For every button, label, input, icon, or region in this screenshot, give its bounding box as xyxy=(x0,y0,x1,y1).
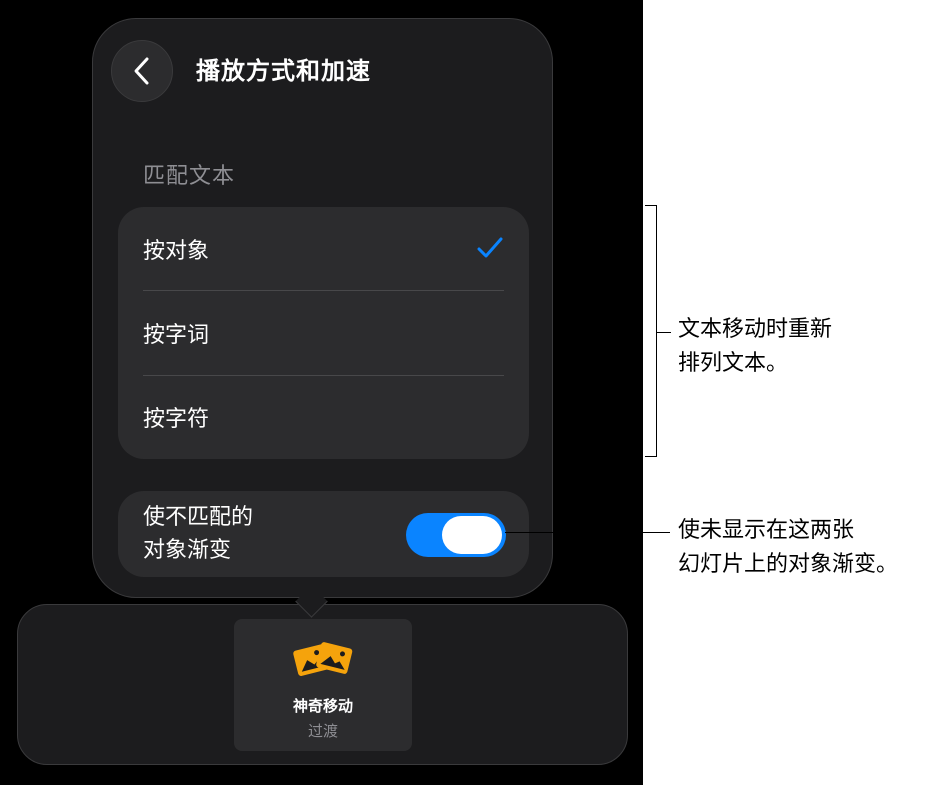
transition-panel: 神奇移动 过渡 xyxy=(17,604,628,765)
section-header-match-text: 匹配文本 xyxy=(143,164,236,189)
callout-line: 使未显示在这两张 xyxy=(678,518,855,543)
option-by-object[interactable]: 按对象 xyxy=(118,207,529,291)
magic-move-icon xyxy=(293,642,353,676)
app-screen: 播放方式和加速 匹配文本 按对象 按字词 按字符 使不匹配的 对象渐变 神奇移动… xyxy=(0,0,643,785)
toggle-knob xyxy=(442,516,502,554)
match-options-list: 按对象 按字词 按字符 xyxy=(118,207,529,459)
toggle-label-line2: 对象渐变 xyxy=(143,538,232,563)
chevron-left-icon xyxy=(134,57,149,85)
back-button[interactable] xyxy=(111,40,173,102)
animation-settings-popover: 播放方式和加速 匹配文本 按对象 按字词 按字符 使不匹配的 对象渐变 xyxy=(92,18,553,598)
option-by-word[interactable]: 按字词 xyxy=(118,291,529,375)
callout-line: 文本移动时重新 xyxy=(678,317,833,342)
magic-move-transition-card[interactable]: 神奇移动 过渡 xyxy=(234,619,412,751)
fade-unmatched-setting: 使不匹配的 对象渐变 xyxy=(118,491,529,577)
card-title: 神奇移动 xyxy=(292,697,353,715)
fade-unmatched-toggle[interactable] xyxy=(406,513,506,557)
option-label: 按字符 xyxy=(143,407,210,432)
callout-line: 幻灯片上的对象渐变。 xyxy=(678,552,899,577)
option-label: 按字词 xyxy=(143,323,210,348)
toggle-label: 使不匹配的 对象渐变 xyxy=(143,501,343,567)
callout-leader-line xyxy=(657,332,671,333)
callout-leader-line xyxy=(505,532,670,533)
callout-bracket xyxy=(645,205,657,457)
option-by-character[interactable]: 按字符 xyxy=(118,375,529,459)
callout-match-text: 文本移动时重新 排列文本。 xyxy=(678,313,832,381)
callout-fade-objects: 使未显示在这两张 幻灯片上的对象渐变。 xyxy=(678,514,898,582)
callout-line: 排列文本。 xyxy=(678,351,789,376)
popover-title: 播放方式和加速 xyxy=(196,57,371,85)
card-subtitle: 过渡 xyxy=(307,722,338,740)
toggle-label-line1: 使不匹配的 xyxy=(143,505,254,530)
option-label: 按对象 xyxy=(143,239,210,264)
checkmark-icon xyxy=(477,237,503,258)
